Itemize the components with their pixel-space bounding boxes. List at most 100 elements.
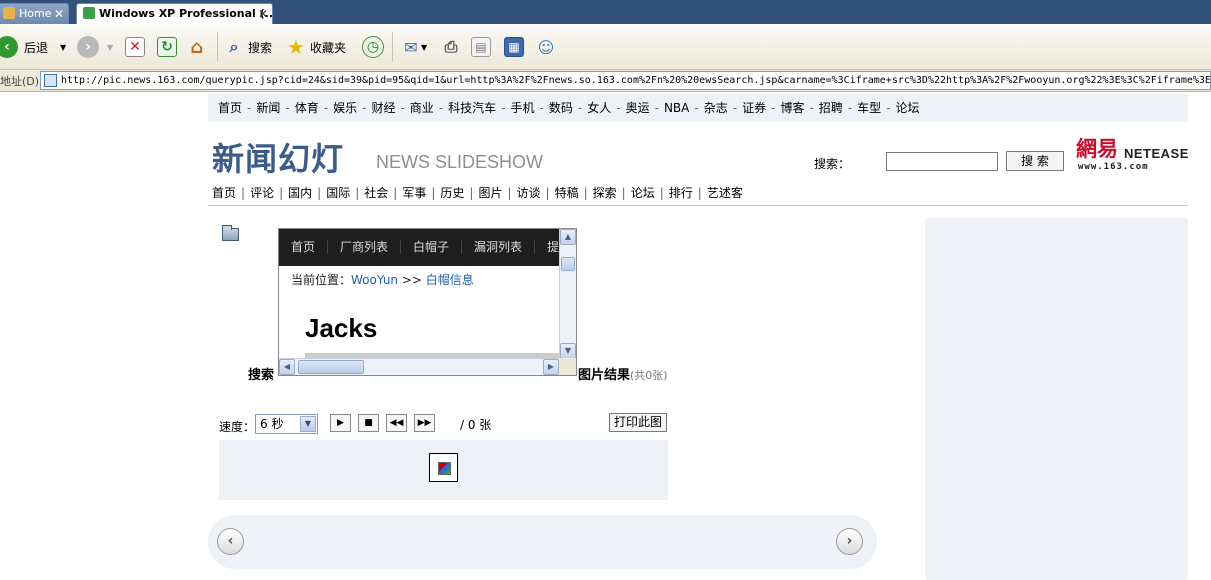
netease-logo[interactable]: 網易 xyxy=(1076,133,1118,163)
horizontal-scrollbar[interactable]: ◀ ▶ xyxy=(279,358,561,375)
tab-label: Windows XP Professional (... xyxy=(99,7,273,20)
search-button[interactable]: ⌕ 搜索 xyxy=(224,33,273,61)
netease-url: www.163.com xyxy=(1078,162,1149,172)
chevron-down-icon[interactable]: ▼ xyxy=(421,43,427,52)
refresh-button[interactable]: ↻ xyxy=(157,33,177,61)
top-nav-item-2[interactable]: 体育 xyxy=(295,101,319,115)
carousel-prev-button[interactable]: ‹ xyxy=(217,528,244,555)
mail-button[interactable]: ✉ ▼ xyxy=(401,33,427,61)
play-button[interactable]: ▶ xyxy=(330,414,351,432)
speed-select[interactable]: 6 秒 ▼ xyxy=(255,414,318,434)
iframe-nav-item-4[interactable]: 提 xyxy=(535,240,561,254)
section-nav-item-0[interactable]: 首页 xyxy=(212,186,236,200)
tab-windows-xp[interactable]: Windows XP Professional (... ✕ xyxy=(76,3,273,24)
nav-separator: | xyxy=(317,186,322,200)
stop-button[interactable]: ■ xyxy=(358,414,379,432)
next-button[interactable]: ▶▶ xyxy=(414,414,435,432)
iframe-nav: 首页 厂商列表 白帽子 漏洞列表提 xyxy=(279,229,561,266)
scroll-down-icon[interactable]: ▼ xyxy=(560,343,576,359)
section-nav-item-1[interactable]: 评论 xyxy=(250,186,274,200)
scroll-up-icon[interactable]: ▲ xyxy=(560,229,576,245)
top-nav-item-6[interactable]: 科技汽车 xyxy=(448,101,496,115)
iframe-nav-item-1[interactable]: 厂商列表 xyxy=(328,240,402,254)
iframe-nav-item-3[interactable]: 漏洞列表 xyxy=(462,240,536,254)
top-nav-item-12[interactable]: 杂志 xyxy=(704,101,728,115)
top-nav-item-1[interactable]: 新闻 xyxy=(256,101,280,115)
edit-button[interactable]: ▤ xyxy=(471,33,491,61)
stop-button[interactable]: ✕ xyxy=(125,33,145,61)
section-nav-item-3[interactable]: 国际 xyxy=(326,186,350,200)
result-title: 图片结果(共0张) xyxy=(578,364,668,383)
section-nav-item-10[interactable]: 探索 xyxy=(593,186,617,200)
iframe-nav-item-0[interactable]: 首页 xyxy=(279,240,329,254)
top-nav: 首页 - 新闻 - 体育 - 娱乐 - 财经 - 商业 - 科技汽车 - 手机 - 数码 - 女人 - 奥运 - NBA - 杂… xyxy=(208,94,1188,122)
top-nav-item-17[interactable]: 论坛 xyxy=(896,101,920,115)
speed-value: 6 秒 xyxy=(260,417,284,431)
top-nav-item-5[interactable]: 商业 xyxy=(410,101,434,115)
nav-separator: - xyxy=(771,101,776,115)
scroll-right-icon[interactable]: ▶ xyxy=(543,359,559,375)
section-nav-item-12[interactable]: 排行 xyxy=(669,186,693,200)
top-nav-item-0[interactable]: 首页 xyxy=(218,101,242,115)
section-nav-item-9[interactable]: 特稿 xyxy=(555,186,579,200)
top-nav-item-7[interactable]: 手机 xyxy=(511,101,535,115)
iframe-nav-item-2[interactable]: 白帽子 xyxy=(401,240,463,254)
forward-button[interactable]: › ▼ xyxy=(77,33,113,61)
section-nav-item-11[interactable]: 论坛 xyxy=(631,186,655,200)
chevron-down-icon[interactable]: ▼ xyxy=(300,416,316,432)
top-nav-item-11[interactable]: NBA xyxy=(664,101,689,115)
embedded-iframe[interactable]: 首页 厂商列表 白帽子 漏洞列表提 当前位置：WooYun >> 白帽信息 Jacks… xyxy=(278,228,577,376)
section-nav-item-4[interactable]: 社会 xyxy=(364,186,388,200)
tab-home[interactable]: Home ✕ xyxy=(0,3,69,24)
scroll-left-icon[interactable]: ◀ xyxy=(279,359,295,375)
nav-separator: - xyxy=(247,101,252,115)
section-nav-item-2[interactable]: 国内 xyxy=(288,186,312,200)
section-nav-item-8[interactable]: 访谈 xyxy=(517,186,541,200)
breadcrumb-link-wooyun[interactable]: WooYun xyxy=(351,273,398,287)
section-nav-item-13[interactable]: 艺述客 xyxy=(707,186,743,200)
close-tab-icon[interactable]: ✕ xyxy=(258,4,268,24)
previous-button[interactable]: ◀◀ xyxy=(386,414,407,432)
nav-separator: | xyxy=(279,186,284,200)
search-button[interactable]: 搜 索 xyxy=(1006,151,1064,171)
close-tab-icon[interactable]: ✕ xyxy=(54,4,64,24)
discuss-button[interactable]: ▦ xyxy=(504,33,524,61)
section-nav-item-7[interactable]: 图片 xyxy=(478,186,502,200)
messenger-button[interactable]: ☺ xyxy=(536,33,556,61)
search-label: 搜索 xyxy=(248,40,273,55)
top-nav-item-16[interactable]: 车型 xyxy=(857,101,881,115)
top-nav-item-3[interactable]: 娱乐 xyxy=(333,101,357,115)
top-nav-item-14[interactable]: 博客 xyxy=(780,101,804,115)
favorites-button[interactable]: ★ 收藏夹 xyxy=(286,33,346,61)
chevron-down-icon[interactable]: ▼ xyxy=(60,43,66,52)
scroll-thumb[interactable] xyxy=(298,360,364,374)
print-button[interactable]: ⎙ xyxy=(441,33,461,61)
search-input[interactable] xyxy=(886,152,998,171)
nav-separator: | xyxy=(697,186,702,200)
nav-separator: - xyxy=(886,101,891,115)
nav-separator: - xyxy=(501,101,506,115)
breadcrumb-link-page[interactable]: 白帽信息 xyxy=(426,273,474,287)
section-nav-item-5[interactable]: 军事 xyxy=(402,186,426,200)
section-nav: 首页 | 评论 | 国内 | 国际 | 社会 | 军事 | 历史 | 图片 | 访谈 | 特稿 | 探索 | 论坛 | 排行 | 艺… xyxy=(208,180,1188,206)
vertical-scrollbar[interactable]: ▲ ▼ xyxy=(559,229,576,359)
url-input[interactable]: http://pic.news.163.com/querypic.jsp?cid… xyxy=(40,71,1211,90)
section-nav-item-6[interactable]: 历史 xyxy=(440,186,464,200)
print-image-button[interactable]: 打印此图 xyxy=(609,413,667,432)
top-nav-item-9[interactable]: 女人 xyxy=(587,101,611,115)
carousel-next-button[interactable]: › xyxy=(836,528,863,555)
top-nav-item-8[interactable]: 数码 xyxy=(549,101,573,115)
back-button[interactable]: ‹ 后退 ▼ xyxy=(0,33,66,61)
nav-separator: | xyxy=(545,186,550,200)
url-text: http://pic.news.163.com/querypic.jsp?cid… xyxy=(61,75,1211,86)
home-button[interactable]: ⌂ xyxy=(187,33,207,61)
top-nav-item-15[interactable]: 招聘 xyxy=(819,101,843,115)
top-nav-item-10[interactable]: 奥运 xyxy=(626,101,650,115)
top-nav-item-4[interactable]: 财经 xyxy=(371,101,395,115)
history-icon: ◷ xyxy=(362,36,384,58)
history-button[interactable]: ◷ xyxy=(362,33,384,61)
chevron-down-icon[interactable]: ▼ xyxy=(107,43,113,52)
scroll-thumb[interactable] xyxy=(561,257,575,271)
address-bar: 地址(D) http://pic.news.163.com/querypic.j… xyxy=(0,70,1211,92)
top-nav-item-13[interactable]: 证券 xyxy=(742,101,766,115)
